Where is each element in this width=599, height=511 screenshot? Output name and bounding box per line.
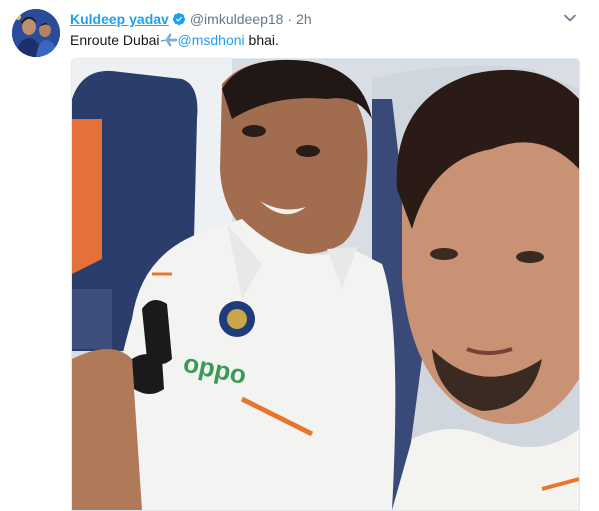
airplane-emoji-icon [160, 33, 177, 47]
mention-link[interactable]: @msdhoni [178, 32, 245, 48]
chevron-down-icon[interactable] [563, 11, 577, 25]
selfie-photo-illustration: oppo [72, 59, 579, 510]
tweet[interactable]: Kuldeep yadav @imkuldeep18 · 2h Enroute … [0, 0, 599, 511]
verified-badge-icon [172, 12, 185, 26]
tweet-text-end: bhai. [244, 32, 279, 48]
tweet-timestamp[interactable]: 2h [296, 11, 312, 27]
tweet-photo[interactable]: oppo [71, 58, 580, 511]
meta-separator: · [287, 11, 293, 27]
author-handle[interactable]: @imkuldeep18 [190, 11, 284, 27]
tweet-text-start: Enroute Dubai [70, 32, 160, 48]
author-name[interactable]: Kuldeep yadav [70, 11, 169, 27]
tweet-header: Kuldeep yadav @imkuldeep18 · 2h [70, 10, 312, 28]
author-avatar[interactable] [12, 9, 60, 57]
tweet-text: Enroute Dubai @msdhoni bhai. [70, 31, 279, 49]
